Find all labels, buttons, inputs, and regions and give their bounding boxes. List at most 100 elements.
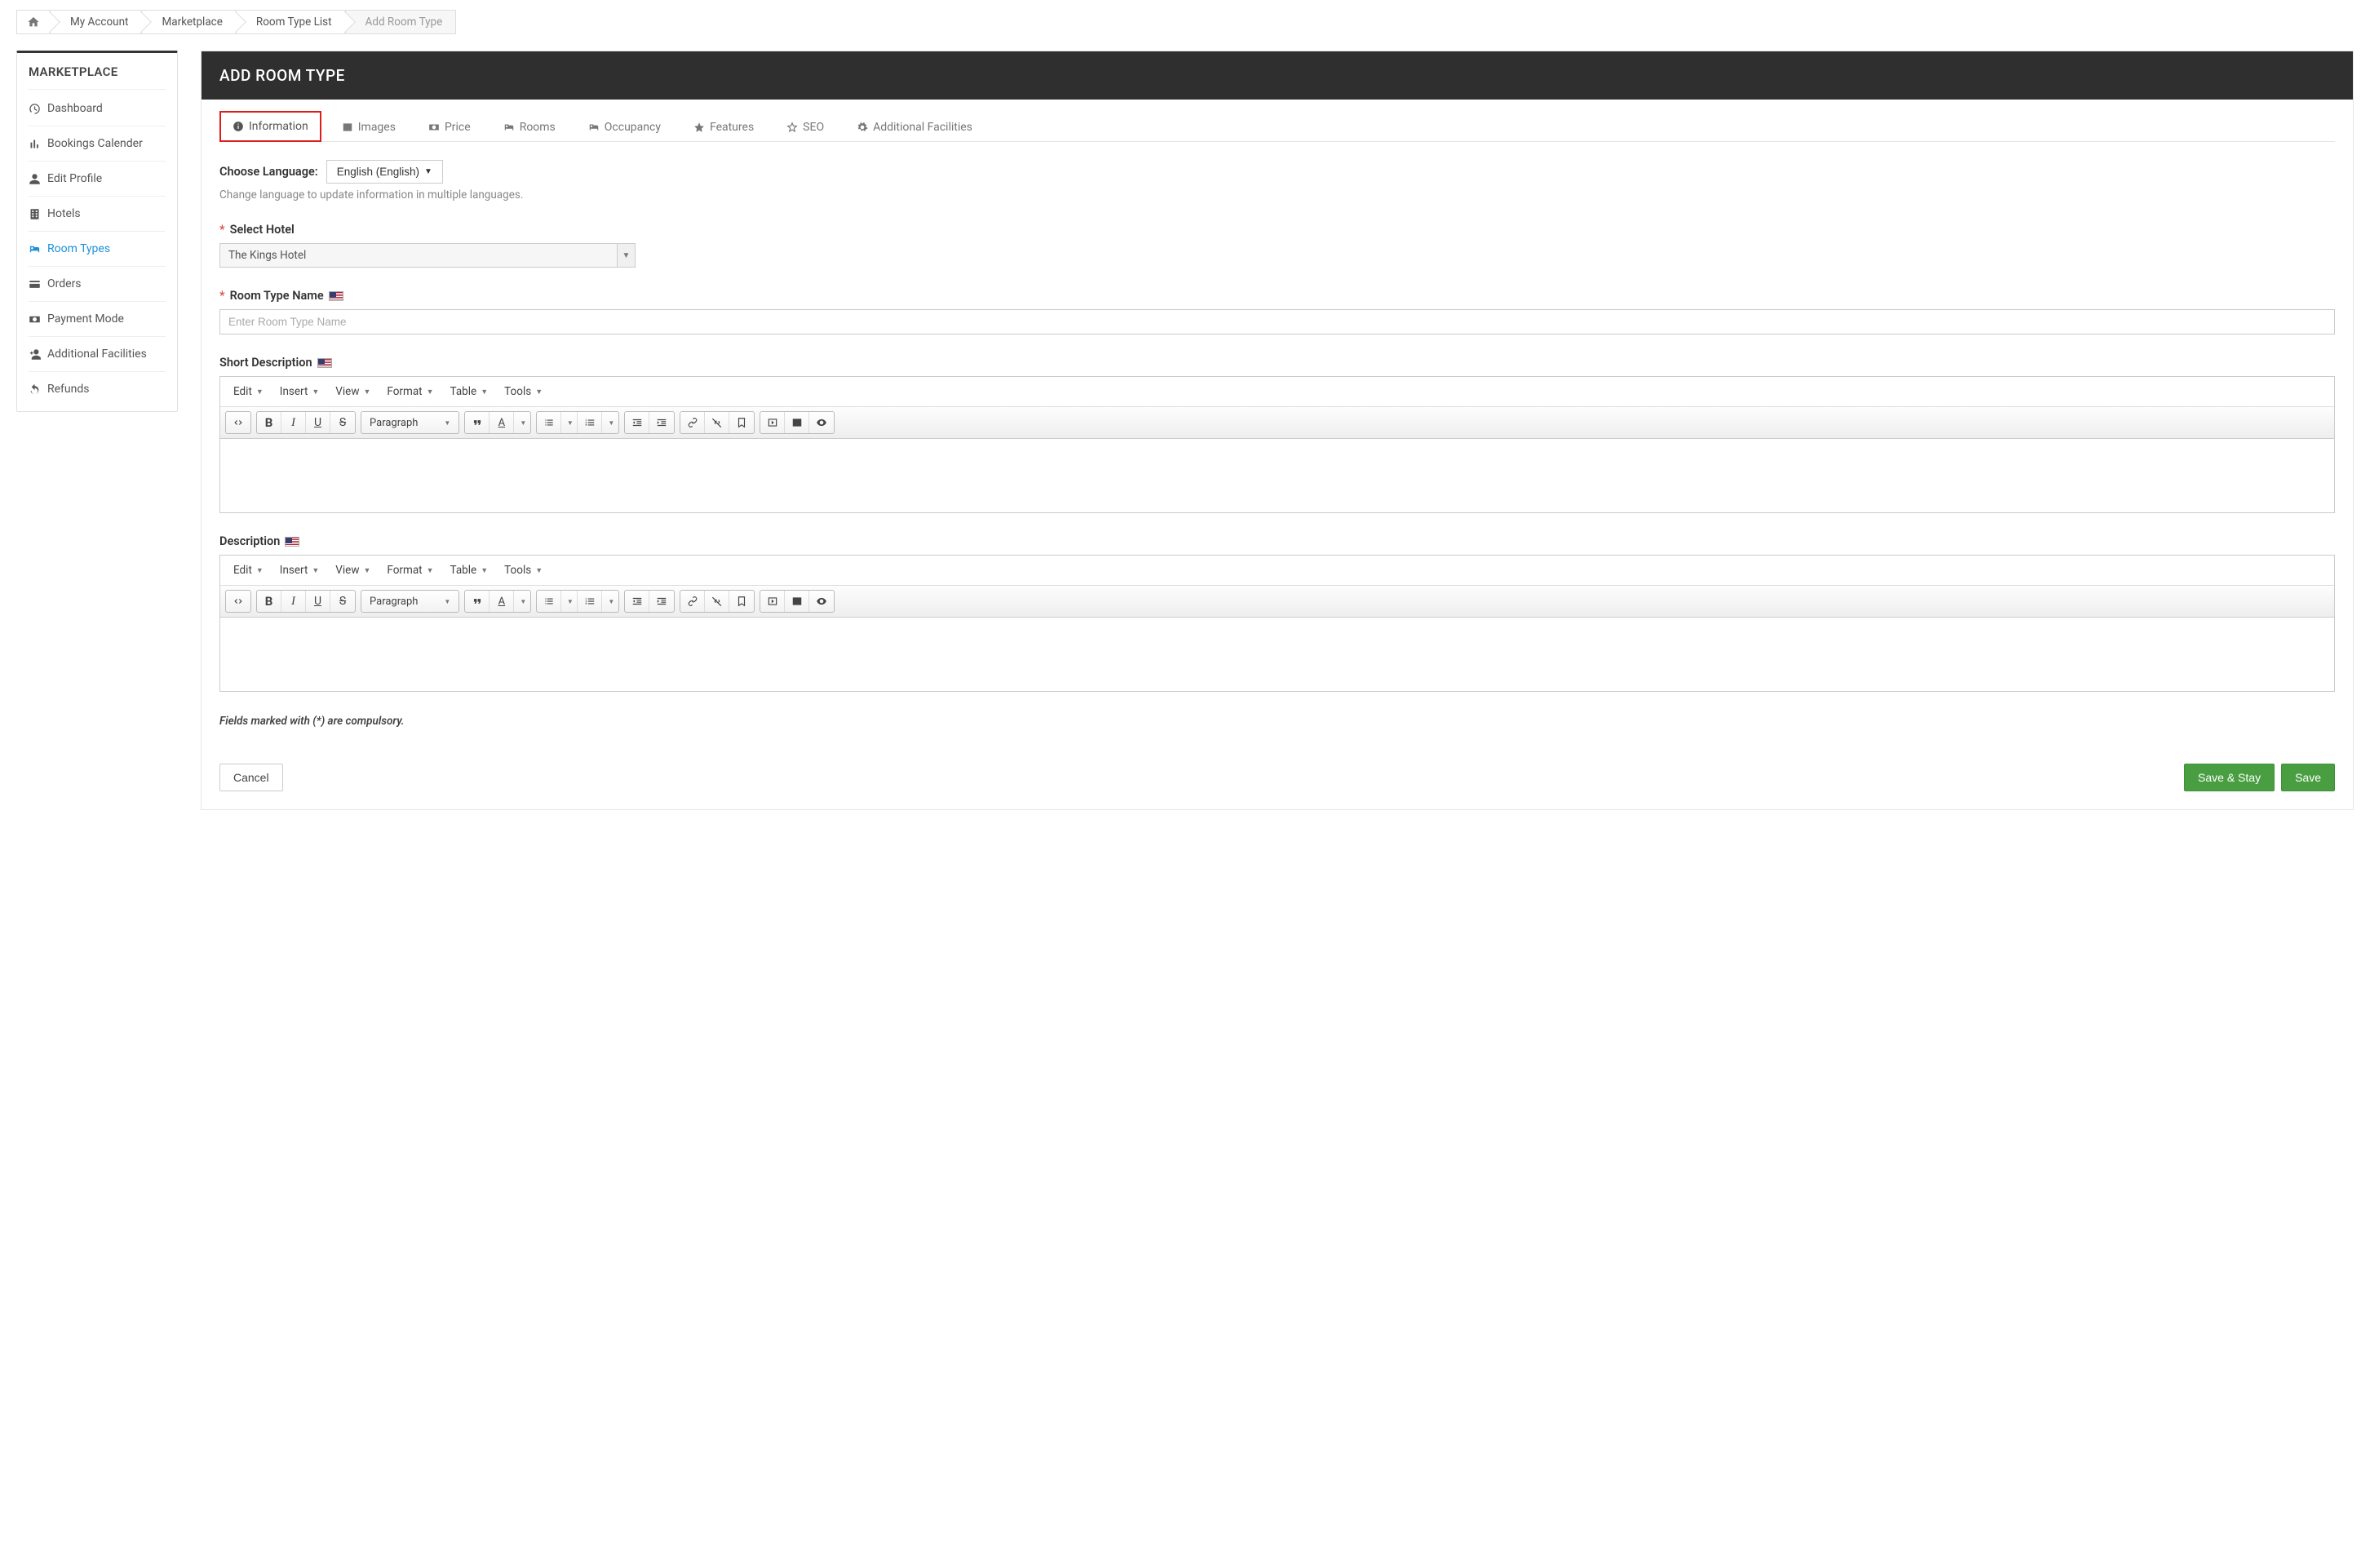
media-icon <box>767 417 778 428</box>
rte-outdent-button[interactable] <box>625 591 649 612</box>
language-dropdown[interactable]: English (English) ▼ <box>326 160 443 184</box>
rte-source-code-button[interactable] <box>226 412 250 433</box>
rte-link-button[interactable] <box>680 412 705 433</box>
caret-down-icon: ▼ <box>424 167 432 176</box>
rte-bullet-list-dropdown[interactable]: ▼ <box>561 591 578 612</box>
rte-blockquote-button[interactable] <box>465 412 490 433</box>
rte-anchor-button[interactable] <box>729 591 754 612</box>
rte-menu-table[interactable]: Table▼ <box>442 559 497 582</box>
sidebar-item-bookings-calendar[interactable]: Bookings Calender <box>29 126 166 162</box>
chart-icon <box>29 138 41 150</box>
tab-additional-facilities[interactable]: Additional Facilities <box>844 111 985 142</box>
rte-menu-tools[interactable]: Tools▼ <box>496 559 551 582</box>
rte-bullet-list-button[interactable] <box>537 412 561 433</box>
rte-numbered-list-button[interactable] <box>578 412 602 433</box>
sidebar-item-edit-profile[interactable]: Edit Profile <box>29 162 166 197</box>
sidebar-item-orders[interactable]: Orders <box>29 267 166 302</box>
save-stay-button[interactable]: Save & Stay <box>2184 764 2275 791</box>
rte-numbered-list-dropdown[interactable]: ▼ <box>602 412 618 433</box>
home-icon <box>27 16 40 29</box>
rte-content-area[interactable] <box>220 618 2334 691</box>
rte-strikethrough-button[interactable]: S <box>330 591 355 612</box>
rte-text-color-button[interactable]: A <box>490 591 514 612</box>
rte-underline-button[interactable]: U <box>306 412 330 433</box>
tab-rooms[interactable]: Rooms <box>491 111 568 142</box>
rte-bold-button[interactable]: B <box>257 412 281 433</box>
rte-menubar: Edit▼ Insert▼ View▼ Format▼ Table▼ Tools… <box>220 556 2334 586</box>
rte-unlink-button[interactable] <box>705 591 729 612</box>
sidebar-item-dashboard[interactable]: Dashboard <box>29 91 166 126</box>
rte-text-color-button[interactable]: A <box>490 412 514 433</box>
rte-menu-format[interactable]: Format▼ <box>379 559 441 582</box>
bed-icon <box>503 122 515 133</box>
rte-paragraph-dropdown[interactable]: Paragraph▼ <box>361 412 458 433</box>
rte-media-button[interactable] <box>760 591 785 612</box>
sidebar-item-additional-facilities[interactable]: Additional Facilities <box>29 337 166 372</box>
rte-bullet-list-button[interactable] <box>537 591 561 612</box>
tab-occupancy[interactable]: Occupancy <box>576 111 673 142</box>
rte-blockquote-button[interactable] <box>465 591 490 612</box>
short-description-label: Short Description <box>219 356 312 370</box>
save-button[interactable]: Save <box>2281 764 2335 791</box>
rte-paragraph-dropdown[interactable]: Paragraph▼ <box>361 591 458 612</box>
outdent-icon <box>631 417 643 428</box>
rte-toolbar: B I U S Paragraph▼ A <box>220 586 2334 618</box>
rte-menu-table[interactable]: Table▼ <box>442 380 497 403</box>
unlink-icon <box>711 417 723 428</box>
tab-features[interactable]: Features <box>681 111 766 142</box>
rte-menu-tools[interactable]: Tools▼ <box>496 380 551 403</box>
rte-menu-view[interactable]: View▼ <box>327 559 379 582</box>
rte-bullet-list-dropdown[interactable]: ▼ <box>561 412 578 433</box>
rte-numbered-list-button[interactable] <box>578 591 602 612</box>
rte-media-button[interactable] <box>760 412 785 433</box>
rte-outdent-button[interactable] <box>625 412 649 433</box>
rte-menu-insert[interactable]: Insert▼ <box>272 380 328 403</box>
rte-image-button[interactable] <box>785 591 809 612</box>
rte-bold-button[interactable]: B <box>257 591 281 612</box>
description-label: Description <box>219 534 280 548</box>
rte-italic-button[interactable]: I <box>281 591 306 612</box>
rte-menu-format[interactable]: Format▼ <box>379 380 441 403</box>
sidebar-item-label: Bookings Calender <box>47 137 143 150</box>
tab-seo[interactable]: SEO <box>774 111 836 142</box>
tab-information[interactable]: Information <box>219 111 321 142</box>
rte-italic-button[interactable]: I <box>281 412 306 433</box>
rte-text-color-dropdown[interactable]: ▼ <box>514 591 530 612</box>
rte-indent-button[interactable] <box>649 591 674 612</box>
rte-image-button[interactable] <box>785 412 809 433</box>
rte-preview-button[interactable] <box>809 412 834 433</box>
rte-menu-edit[interactable]: Edit▼ <box>225 559 272 582</box>
rte-anchor-button[interactable] <box>729 412 754 433</box>
breadcrumb-marketplace[interactable]: Marketplace <box>141 10 236 34</box>
rte-preview-button[interactable] <box>809 591 834 612</box>
sidebar-item-hotels[interactable]: Hotels <box>29 197 166 232</box>
rte-numbered-list-dropdown[interactable]: ▼ <box>602 591 618 612</box>
rte-indent-button[interactable] <box>649 412 674 433</box>
caret-down-icon[interactable]: ▼ <box>618 243 636 268</box>
rte-underline-button[interactable]: U <box>306 591 330 612</box>
rte-strikethrough-button[interactable]: S <box>330 412 355 433</box>
breadcrumb-home[interactable] <box>16 10 51 34</box>
sidebar-item-room-types[interactable]: Room Types <box>29 232 166 267</box>
tab-images[interactable]: Images <box>330 111 408 142</box>
rte-unlink-button[interactable] <box>705 412 729 433</box>
star-icon <box>693 122 705 133</box>
breadcrumb-my-account[interactable]: My Account <box>50 10 142 34</box>
sidebar-item-refunds[interactable]: Refunds <box>29 372 166 406</box>
media-icon <box>767 596 778 607</box>
image-icon <box>342 122 353 133</box>
select-hotel-dropdown[interactable]: The Kings Hotel ▼ <box>219 243 636 268</box>
room-type-name-input[interactable] <box>219 309 2335 334</box>
rte-menu-edit[interactable]: Edit▼ <box>225 380 272 403</box>
rte-text-color-dropdown[interactable]: ▼ <box>514 412 530 433</box>
rte-content-area[interactable] <box>220 439 2334 512</box>
breadcrumb-room-type-list[interactable]: Room Type List <box>236 10 346 34</box>
rte-menu-view[interactable]: View▼ <box>327 380 379 403</box>
rte-menu-insert[interactable]: Insert▼ <box>272 559 328 582</box>
tab-price[interactable]: Price <box>416 111 483 142</box>
cancel-button[interactable]: Cancel <box>219 764 283 791</box>
numbered-list-icon <box>584 417 596 428</box>
rte-source-code-button[interactable] <box>226 591 250 612</box>
rte-link-button[interactable] <box>680 591 705 612</box>
sidebar-item-payment-mode[interactable]: Payment Mode <box>29 302 166 337</box>
